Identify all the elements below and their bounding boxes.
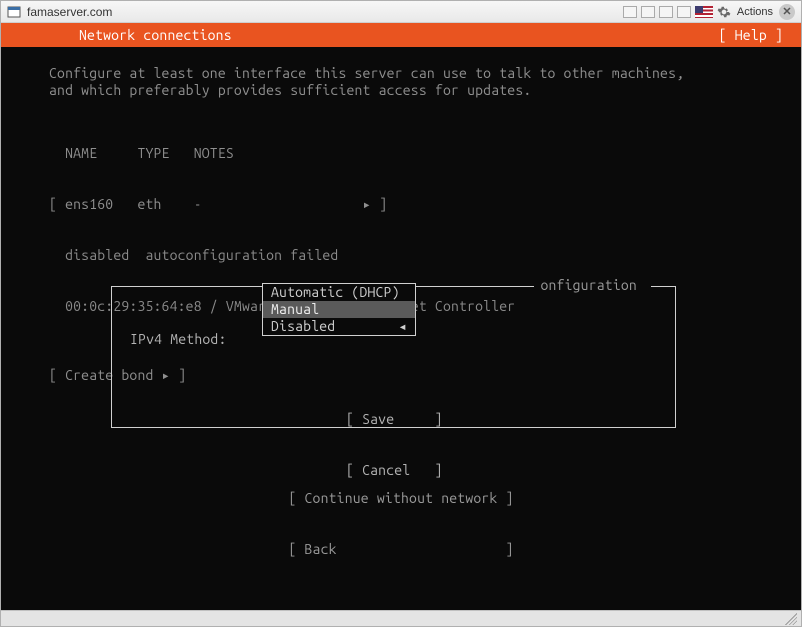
titlebar-button-2[interactable]	[641, 6, 655, 18]
page-title: Network connections	[79, 27, 719, 44]
gear-icon[interactable]	[717, 5, 731, 19]
dropdown-option-manual[interactable]: Manual	[263, 301, 415, 318]
help-button[interactable]: [ Help ]	[719, 27, 783, 44]
iface-row[interactable]: [ ens160 eth - ▸ ]	[49, 196, 753, 213]
ipv4-config-dialog: onfiguration IPv4 Method: Automatic (DHC…	[111, 286, 676, 428]
iface-headers: NAME TYPE NOTES	[49, 145, 753, 162]
close-icon[interactable]: ✕	[779, 4, 795, 20]
iface-status: disabled autoconfiguration failed	[49, 247, 753, 264]
ipv4-method-label: IPv4 Method:	[130, 331, 226, 348]
save-button[interactable]: [ Save ]	[346, 411, 442, 428]
intro-text: Configure at least one interface this se…	[49, 65, 753, 99]
dialog-title-fragment: onfiguration	[534, 277, 651, 294]
ipv4-method-dropdown[interactable]: Automatic (DHCP) Manual Disabled ◂	[262, 283, 416, 336]
resize-grip-icon[interactable]	[785, 613, 797, 625]
actions-label[interactable]: Actions	[735, 6, 775, 18]
dropdown-option-automatic[interactable]: Automatic (DHCP)	[263, 284, 415, 301]
statusbar	[1, 610, 801, 626]
continue-without-network-button[interactable]: [ Continue without network ]	[1, 490, 801, 507]
back-button[interactable]: [ Back ]	[1, 541, 801, 558]
window: famaserver.com Actions ✕ Network connect…	[0, 0, 802, 627]
window-app-icon	[7, 5, 21, 19]
footer-buttons: [ Continue without network ] [ Back ]	[1, 456, 801, 592]
terminal: Network connections [ Help ] Configure a…	[1, 23, 801, 610]
titlebar-button-1[interactable]	[623, 6, 637, 18]
header-bar: Network connections [ Help ]	[1, 23, 801, 47]
dropdown-option-disabled[interactable]: Disabled ◂	[263, 318, 415, 335]
flag-icon[interactable]	[695, 6, 713, 18]
titlebar-button-4[interactable]	[677, 6, 691, 18]
chevron-left-icon: ◂	[398, 318, 407, 335]
titlebar: famaserver.com Actions ✕	[1, 1, 801, 23]
titlebar-button-3[interactable]	[659, 6, 673, 18]
window-title: famaserver.com	[27, 5, 623, 19]
